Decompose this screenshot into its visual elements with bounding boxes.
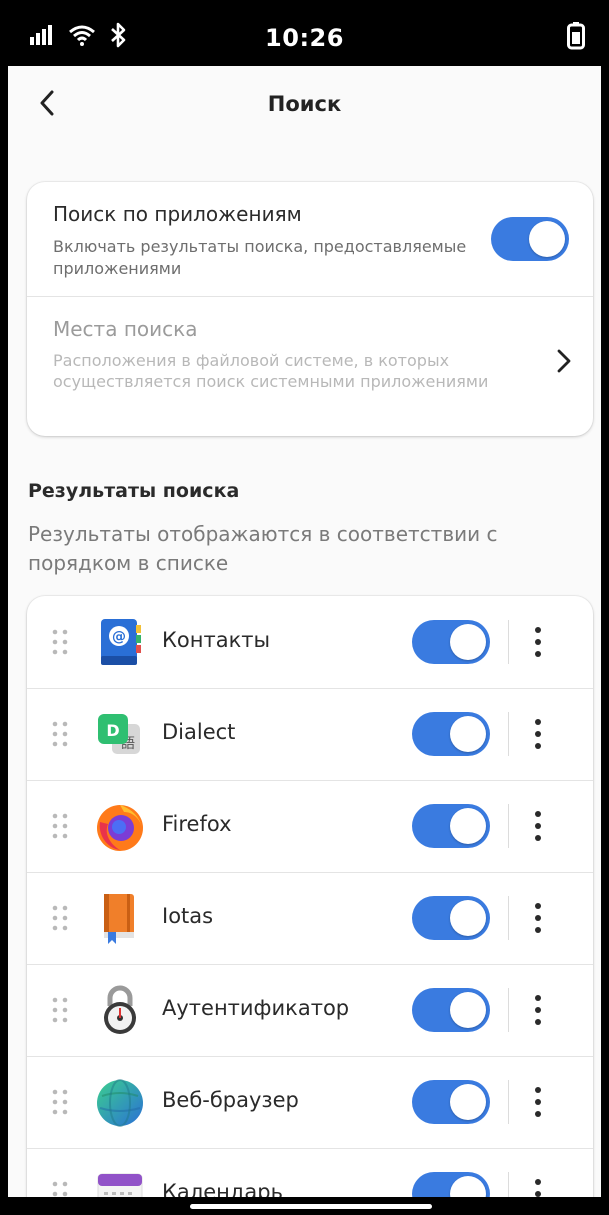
svg-text:@: @ [112, 629, 126, 645]
app-name: Веб-браузер [162, 1088, 299, 1112]
svg-text:D: D [106, 721, 119, 740]
drag-handle-icon[interactable] [51, 720, 69, 748]
app-toggle[interactable] [412, 804, 490, 848]
search-locations-subtitle: Расположения в файловой системе, в котор… [53, 351, 489, 391]
status-bar: 10:26 [8, 0, 601, 66]
app-toggle[interactable] [412, 620, 490, 664]
contacts-icon: @ [94, 616, 146, 668]
more-options-icon[interactable] [527, 992, 549, 1028]
app-toggle[interactable] [412, 712, 490, 756]
results-section-subtitle: Результаты отображаются в соответствии с… [28, 522, 498, 575]
app-search-subtitle: Включать результаты поиска, предоставляе… [53, 237, 467, 278]
app-search-row[interactable]: Поиск по приложениям Включать результаты… [27, 182, 593, 297]
divider [508, 896, 509, 940]
app-name: Iotas [162, 904, 214, 928]
list-item[interactable]: Веб-браузер [27, 1056, 593, 1149]
search-locations-title: Места поиска [53, 317, 198, 341]
list-item[interactable]: 語 D Dialect [27, 688, 593, 781]
firefox-icon [94, 800, 146, 852]
search-results-list: @ Контакты 語 D Dialect Firefox Iotas Аут… [27, 596, 593, 1215]
app-name: Dialect [162, 720, 236, 744]
results-section-title: Результаты поиска [28, 480, 240, 502]
list-item[interactable]: Аутентификатор [27, 964, 593, 1057]
divider [508, 988, 509, 1032]
drag-handle-icon[interactable] [51, 628, 69, 656]
gesture-bar [0, 1197, 609, 1215]
app-toggle[interactable] [412, 1080, 490, 1124]
app-search-toggle[interactable] [491, 217, 569, 261]
search-settings-card: Поиск по приложениям Включать результаты… [27, 182, 593, 436]
drag-handle-icon[interactable] [51, 904, 69, 932]
page-title: Поиск [267, 92, 342, 116]
chevron-right-icon [557, 349, 571, 377]
app-name: Контакты [162, 628, 271, 652]
iotas-icon [94, 892, 146, 944]
divider [508, 620, 509, 664]
web-browser-icon [94, 1076, 146, 1128]
more-options-icon[interactable] [527, 624, 549, 660]
more-options-icon[interactable] [527, 900, 549, 936]
dialect-icon: 語 D [94, 708, 146, 760]
app-search-title: Поиск по приложениям [53, 202, 302, 226]
drag-handle-icon[interactable] [51, 996, 69, 1024]
app-name: Firefox [162, 812, 232, 836]
status-time: 10:26 [265, 24, 344, 52]
settings-screen: 10:26 Поиск Поиск по приложениям Включат… [8, 0, 601, 1215]
app-name: Аутентификатор [162, 996, 350, 1020]
drag-handle-icon[interactable] [51, 1088, 69, 1116]
header-bar: Поиск [8, 66, 601, 146]
drag-handle-icon[interactable] [51, 812, 69, 840]
divider [508, 712, 509, 756]
more-options-icon[interactable] [527, 716, 549, 752]
list-item[interactable]: Iotas [27, 872, 593, 965]
search-locations-row[interactable]: Места поиска Расположения в файловой сис… [27, 297, 593, 436]
more-options-icon[interactable] [527, 1084, 549, 1120]
home-indicator[interactable] [190, 1204, 432, 1209]
divider [508, 1080, 509, 1124]
app-toggle[interactable] [412, 988, 490, 1032]
app-toggle[interactable] [412, 896, 490, 940]
battery-icon [567, 22, 585, 54]
more-options-icon[interactable] [527, 808, 549, 844]
list-item[interactable]: @ Контакты [27, 596, 593, 689]
divider [508, 804, 509, 848]
authenticator-icon [94, 984, 146, 1036]
list-item[interactable]: Firefox [27, 780, 593, 873]
